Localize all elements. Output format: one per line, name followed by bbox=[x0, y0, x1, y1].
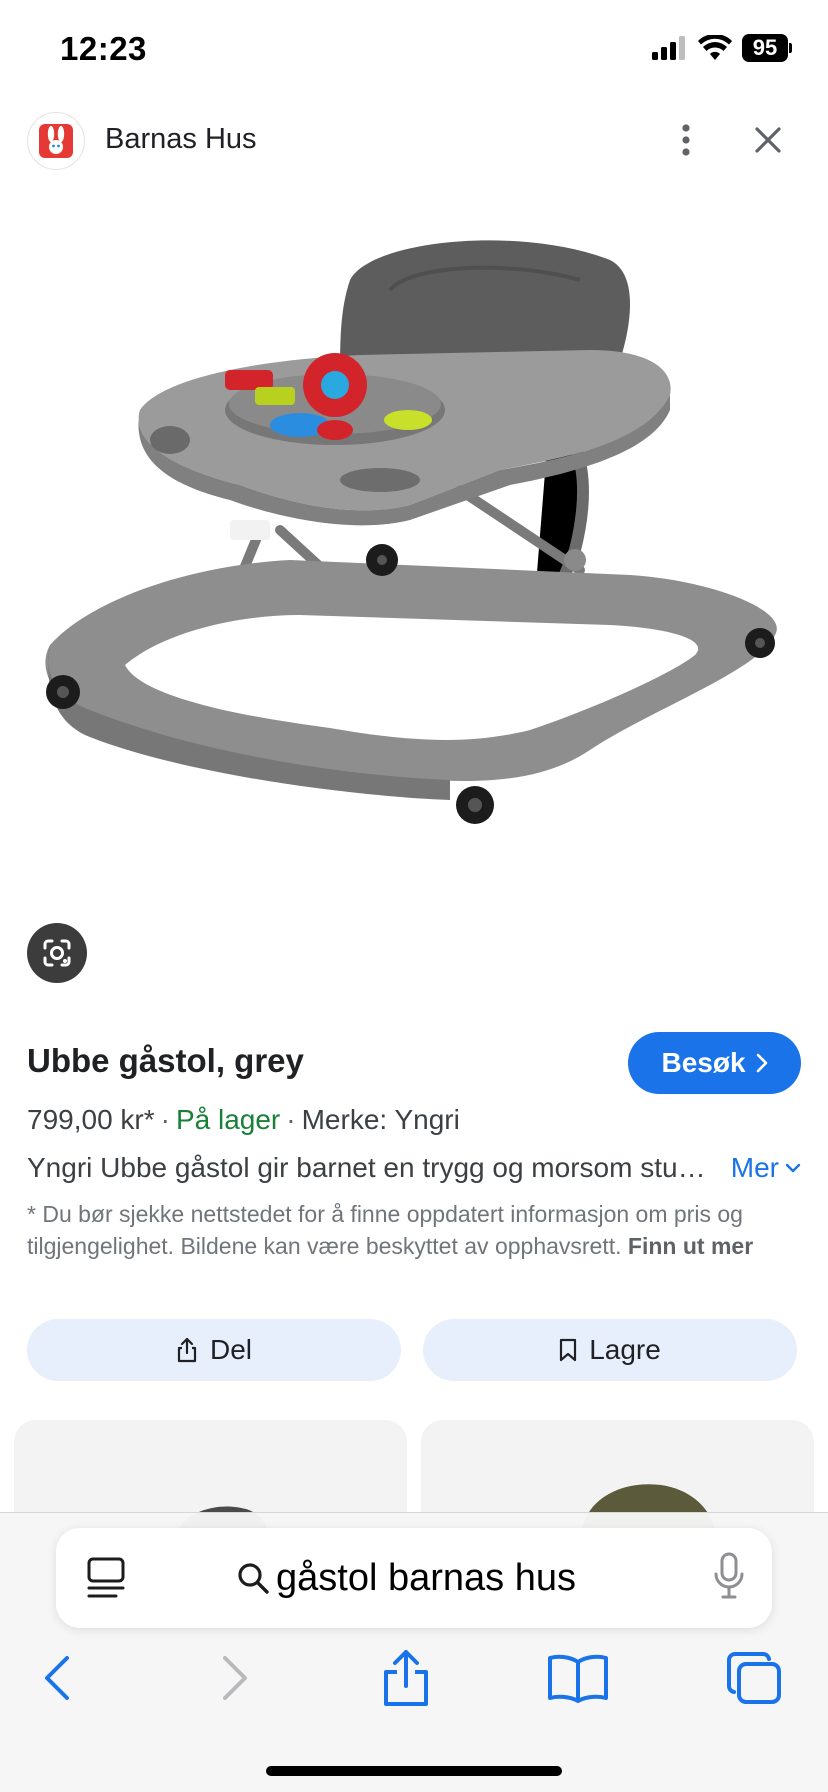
forward-button[interactable] bbox=[204, 1648, 268, 1708]
google-lens-button[interactable] bbox=[27, 923, 87, 983]
product-description: Yngri Ubbe gåstol gir barnet en trygg og… bbox=[27, 1152, 709, 1183]
visit-button[interactable]: Besøk bbox=[628, 1032, 801, 1094]
chevron-right-icon bbox=[223, 1656, 247, 1700]
share-icon bbox=[384, 1650, 428, 1706]
close-icon bbox=[755, 127, 781, 153]
share-page-button[interactable] bbox=[374, 1648, 438, 1708]
product-description-row: Yngri Ubbe gåstol gir barnet en trygg og… bbox=[27, 1152, 801, 1192]
site-header: Barnas Hus bbox=[0, 108, 828, 172]
search-field[interactable]: gåstol barnas hus bbox=[236, 1528, 576, 1628]
product-price: 799,00 kr* bbox=[27, 1104, 155, 1135]
product-title: Ubbe gåstol, grey bbox=[27, 1042, 304, 1079]
chevron-right-icon bbox=[756, 1053, 767, 1073]
microphone-icon bbox=[714, 1552, 744, 1599]
back-button[interactable] bbox=[24, 1648, 88, 1708]
tabs-icon bbox=[727, 1652, 781, 1704]
bookmark-icon bbox=[560, 1338, 577, 1362]
more-options-button[interactable] bbox=[666, 116, 706, 164]
save-button[interactable]: Lagre bbox=[423, 1319, 797, 1381]
status-icons: 95 bbox=[652, 34, 792, 62]
share-label: Del bbox=[209, 1334, 252, 1365]
share-button[interactable]: Del bbox=[27, 1319, 401, 1381]
more-label: Mer bbox=[730, 1152, 779, 1183]
reader-mode-button[interactable] bbox=[86, 1556, 126, 1605]
search-icon bbox=[238, 1563, 269, 1594]
more-vert-icon bbox=[682, 124, 690, 156]
wifi-icon bbox=[698, 35, 732, 60]
save-label: Lagre bbox=[589, 1334, 661, 1365]
chevron-left-icon bbox=[45, 1656, 69, 1700]
bunny-logo-icon bbox=[39, 124, 73, 158]
share-icon bbox=[177, 1337, 197, 1363]
status-time: 12:23 bbox=[60, 30, 147, 67]
product-meta: 799,00 kr* · På lager · Merke: Yngri bbox=[27, 1104, 460, 1136]
disclaimer: * Du bør sjekke nettstedet for å finne o… bbox=[27, 1198, 797, 1262]
battery-indicator: 95 bbox=[742, 34, 788, 62]
battery-nub bbox=[789, 43, 792, 53]
microphone-button[interactable] bbox=[714, 1552, 744, 1605]
address-text: gåstol barnas hus bbox=[276, 1556, 576, 1599]
visit-label: Besøk bbox=[661, 1047, 746, 1078]
tabs-button[interactable] bbox=[722, 1648, 786, 1708]
site-logo[interactable] bbox=[27, 112, 85, 170]
site-name[interactable]: Barnas Hus bbox=[105, 123, 257, 156]
status-bar: 12:23 95 bbox=[0, 0, 828, 100]
page-menu-icon bbox=[87, 1557, 125, 1598]
bookmarks-button[interactable] bbox=[546, 1648, 610, 1708]
address-bar[interactable]: gåstol barnas hus bbox=[56, 1528, 772, 1628]
lens-icon bbox=[43, 939, 71, 967]
product-brand: Merke: Yngri bbox=[301, 1104, 460, 1135]
chevron-down-icon bbox=[785, 1163, 801, 1173]
more-link[interactable]: Mer bbox=[731, 1152, 801, 1184]
learn-more-link[interactable]: Finn ut mer bbox=[628, 1233, 753, 1259]
close-button[interactable] bbox=[744, 116, 792, 164]
home-indicator[interactable] bbox=[266, 1766, 562, 1776]
separator-dot: · bbox=[286, 1104, 296, 1135]
product-image[interactable] bbox=[30, 230, 800, 950]
cellular-signal-icon bbox=[652, 36, 685, 60]
stock-status: På lager bbox=[175, 1104, 281, 1135]
book-icon bbox=[548, 1654, 608, 1703]
separator-dot: · bbox=[160, 1104, 170, 1135]
